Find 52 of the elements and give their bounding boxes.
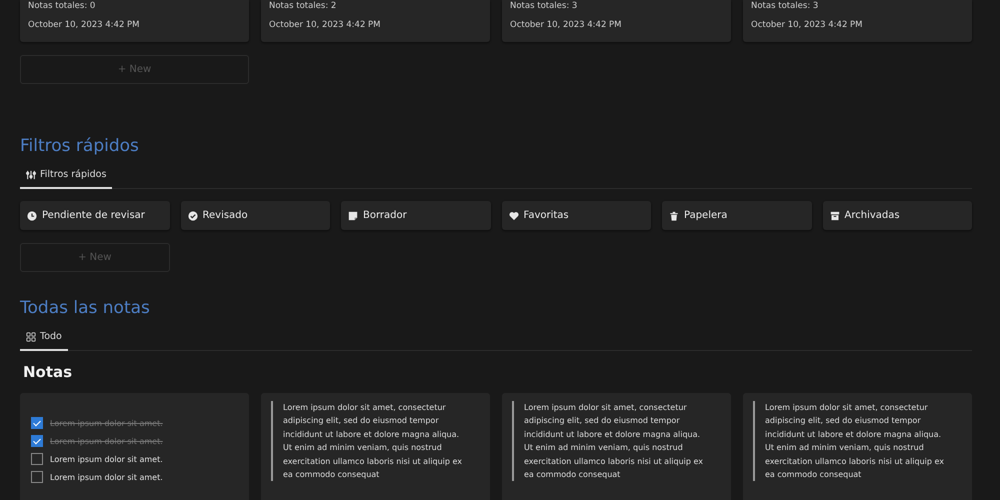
checklist-item: Lorem ipsum dolor sit amet. bbox=[50, 472, 163, 482]
sliders-icon bbox=[26, 170, 36, 180]
filter-label: Pendiente de revisar bbox=[42, 210, 145, 221]
note-card[interactable] bbox=[743, 393, 972, 500]
note-count: Notas totales: 3 bbox=[510, 0, 578, 12]
checklist-item: Lorem ipsum dolor sit amet. bbox=[50, 436, 163, 446]
note-count: Notas totales: 0 bbox=[28, 0, 96, 12]
filter-label: Papelera bbox=[684, 210, 728, 221]
checkbox[interactable] bbox=[31, 453, 43, 465]
tab[interactable]: Filtros rápidos bbox=[20, 164, 112, 189]
checkbox[interactable] bbox=[31, 417, 43, 429]
section-title: Filtros rápidos bbox=[20, 136, 140, 156]
filter-label: Favoritas bbox=[524, 210, 569, 221]
card-date: October 10, 2023 4:42 PM bbox=[751, 19, 864, 31]
heart-icon bbox=[508, 210, 518, 220]
note-count: Notas totales: 2 bbox=[269, 0, 338, 12]
collection-card[interactable]: Notas totales: 2 October 10, 2023 4:42 PM bbox=[261, 0, 490, 42]
card-date: October 10, 2023 4:42 PM bbox=[269, 19, 382, 31]
card-date: October 10, 2023 4:42 PM bbox=[510, 19, 623, 31]
section-title: Todas las notas bbox=[20, 298, 151, 318]
tab[interactable]: Todo bbox=[20, 326, 68, 351]
filter-card[interactable]: Revisado bbox=[180, 201, 330, 230]
collection-card[interactable]: Notas totales: 0 October 10, 2023 4:42 PM bbox=[20, 0, 249, 42]
checkbox[interactable] bbox=[31, 435, 43, 447]
clock-icon bbox=[27, 210, 37, 220]
filter-label: Archivadas bbox=[844, 210, 900, 221]
filter-card[interactable]: Pendiente de revisar bbox=[20, 201, 170, 230]
quote-block: Lorem ipsum dolor sit amet, consectetur adipiscing elit, sed do eiusmod tempor incididunt ut labore et dolore magna aliqua. Ut enim ad minim veniam, quis nostrud exercitation ullamco laboris nisi ut aliquip ex ea commodo consequat bbox=[512, 401, 707, 482]
filter-card[interactable]: Papelera bbox=[662, 201, 812, 230]
grid-icon bbox=[26, 332, 36, 342]
check-circle-icon bbox=[188, 210, 198, 220]
archive-icon bbox=[830, 210, 840, 220]
notes-heading: Notas bbox=[23, 363, 74, 381]
filter-label: Revisado bbox=[202, 210, 248, 221]
quote-block: Lorem ipsum dolor sit amet, consectetur adipiscing elit, sed do eiusmod tempor incididunt ut labore et dolore magna aliqua. Ut enim ad minim veniam, quis nostrud exercitation ullamco laboris nisi ut aliquip ex ea commodo consequat bbox=[271, 401, 466, 482]
quote-block: Lorem ipsum dolor sit amet, consectetur adipiscing elit, sed do eiusmod tempor incididunt ut labore et dolore magna aliqua. Ut enim ad minim veniam, quis nostrud exercitation ullamco laboris nisi ut aliquip ex ea commodo consequat bbox=[753, 401, 948, 482]
filter-card[interactable]: Archivadas bbox=[822, 201, 972, 230]
collection-card[interactable]: Notas totales: 3 October 10, 2023 4:42 PM bbox=[502, 0, 731, 42]
trash-icon bbox=[669, 210, 679, 220]
filter-label: Borrador bbox=[363, 210, 407, 221]
checkbox[interactable] bbox=[31, 471, 43, 483]
note-count: Notas totales: 3 bbox=[751, 0, 820, 12]
note-icon bbox=[348, 210, 358, 220]
filter-card[interactable]: Favoritas bbox=[502, 201, 651, 230]
note-card[interactable]: Lorem ipsum dolor sit amet. Lorem ipsum dolor sit amet. Lorem ipsum dolor sit amet. Lorem ipsum dolor sit amet. bbox=[20, 393, 249, 500]
checklist-item: Lorem ipsum dolor sit amet. bbox=[50, 454, 163, 464]
note-card[interactable] bbox=[502, 393, 731, 500]
collection-card[interactable]: Notas totales: 3 October 10, 2023 4:42 PM bbox=[743, 0, 972, 42]
note-card[interactable] bbox=[261, 393, 490, 500]
filter-card[interactable]: Borrador bbox=[341, 201, 490, 230]
card-date: October 10, 2023 4:42 PM bbox=[28, 19, 141, 31]
checklist-item: Lorem ipsum dolor sit amet. bbox=[50, 418, 163, 428]
